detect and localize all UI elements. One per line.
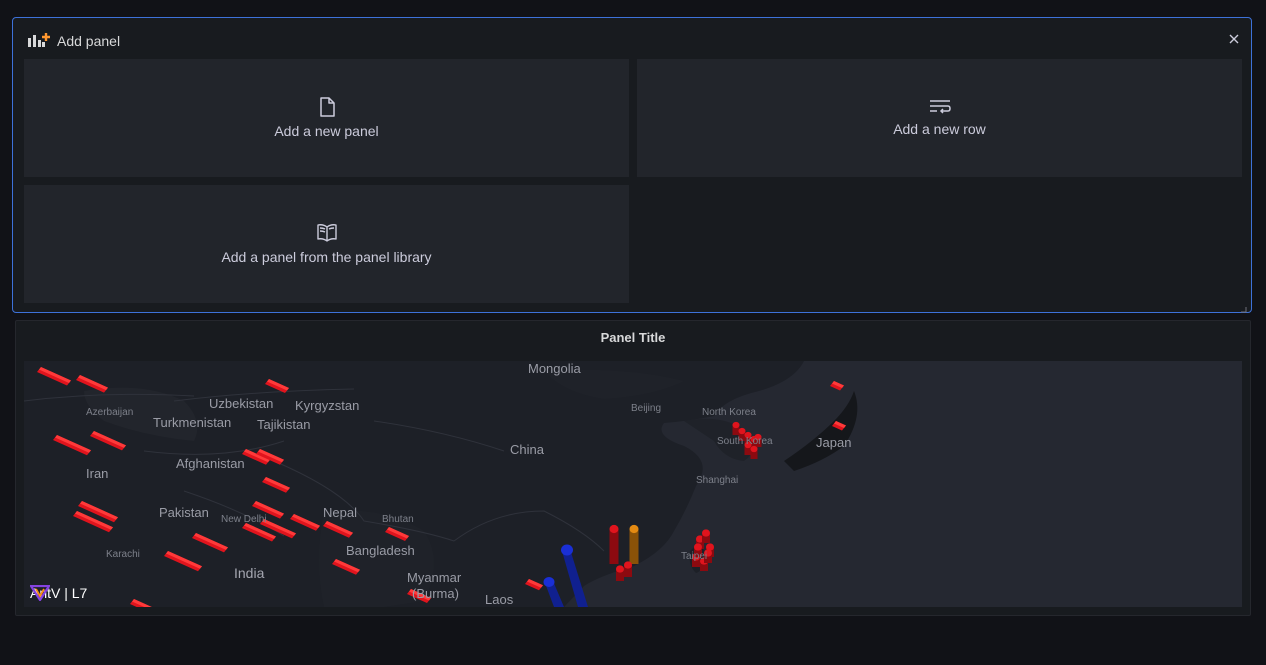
add-panel-title: Add panel [57,33,121,49]
map-bar [629,529,639,564]
map-label: Mongolia [528,361,581,376]
map-label: Laos [485,592,514,607]
map-bar-cap [702,529,710,537]
map-label: South Korea [717,436,773,447]
antv-logo-icon [30,585,50,601]
map-label: Bhutan [382,514,414,525]
map-label: Pakistan [159,505,209,520]
map-bar-cap [616,565,624,573]
map-label: Kazakhstan [276,361,328,362]
book-icon [316,223,338,243]
map-bar-cap [543,577,555,587]
map-bar-cap [694,543,702,551]
map-label: Beijing [631,403,662,414]
add-panel-icon [27,32,51,51]
map-label: (Burma) [412,586,459,601]
map-bar-cap [609,524,619,534]
add-panel-header: Add panel [27,32,120,50]
map-label: Nepal [323,505,357,520]
map-label: Iran [86,466,109,481]
map-canvas [24,361,1242,607]
map-label: Shanghai [696,475,739,486]
map-bar [609,529,619,564]
file-icon [318,97,336,117]
map-label: Bangladesh [346,543,415,558]
map-label: New Delhi [221,514,267,525]
add-new-panel-label: Add a new panel [274,123,379,139]
map-view[interactable]: Kazakhstan Mongolia Azerbaijan Uzbekistan Ky… [24,361,1242,607]
map-label: North Korea [702,407,756,418]
add-new-panel-button[interactable]: Add a new panel [24,59,629,177]
antv-l7-logo: AntV | L7 [30,585,87,601]
add-library-panel-label: Add a panel from the panel library [221,249,432,265]
add-library-panel-button[interactable]: Add a panel from the panel library [24,185,629,303]
map-label: Uzbekistan [209,396,274,411]
map-label: Turkmenistan [153,415,232,430]
map-label: Azerbaijan [86,407,134,418]
add-new-row-button[interactable]: Add a new row [637,59,1242,177]
map-label: Myanmar [407,570,462,585]
map-label: Japan [816,435,852,450]
map-bar-cap [629,524,639,534]
row-icon [929,99,951,115]
map-bar-cap [732,421,740,429]
map-label: Karachi [106,549,140,560]
map-bar-cap [561,544,573,556]
map-label: Tajikistan [257,417,311,432]
resize-handle-icon[interactable] [1239,300,1247,313]
add-new-row-label: Add a new row [893,121,986,137]
map-label: Taipei [681,551,708,562]
map-bar-cap [624,561,632,569]
map-label: Kyrgyzstan [295,398,360,413]
map-panel: Panel Title Kazakhstan Mongolia Azerbaijan… [15,320,1251,616]
panel-title: Panel Title [600,330,666,345]
map-label: Afghanistan [176,456,245,471]
add-panel-dialog: Add panel Add a new panel Add a new row … [12,17,1252,313]
close-icon[interactable] [1227,32,1241,46]
map-label: India [234,565,265,581]
map-bar-cap [738,427,746,435]
map-label: China [510,442,544,457]
